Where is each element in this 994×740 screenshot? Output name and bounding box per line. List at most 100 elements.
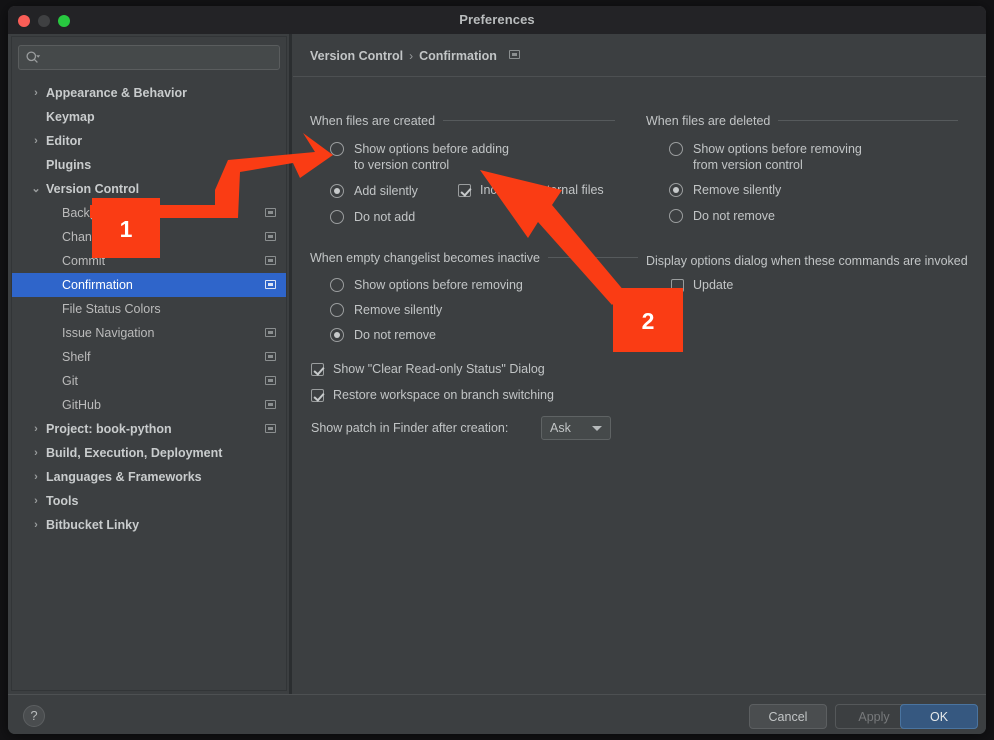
sidebar-item-label: File Status Colors: [62, 297, 161, 321]
chevron-right-icon[interactable]: ›: [30, 441, 42, 465]
sidebar-item-label: Shelf: [62, 345, 91, 369]
radio-label: Show options before removing: [354, 277, 523, 293]
radio-label: Remove silently: [693, 182, 781, 198]
settings-sidebar: ›Appearance & BehaviorKeymap›EditorPlugi…: [11, 36, 287, 691]
panel-divider[interactable]: [289, 34, 292, 694]
group-header-files-created-label: When files are created: [310, 114, 435, 128]
patch-finder-label: Show patch in Finder after creation:: [311, 421, 508, 435]
sidebar-item-tools[interactable]: ›Tools: [12, 489, 286, 513]
sidebar-item-issue-navigation[interactable]: Issue Navigation: [12, 321, 286, 345]
annotation-number-2: 2: [613, 288, 683, 352]
sidebar-item-git[interactable]: Git: [12, 369, 286, 393]
sidebar-item-label: Project: book-python: [46, 417, 172, 441]
checkbox-label: Show "Clear Read-only Status" Dialog: [333, 362, 545, 377]
sidebar-item-project-book-python[interactable]: ›Project: book-python: [12, 417, 286, 441]
sidebar-item-label: Editor: [46, 129, 82, 153]
project-scope-icon[interactable]: [265, 376, 276, 385]
radio-indicator[interactable]: [669, 209, 683, 223]
sidebar-item-bitbucket-linky[interactable]: ›Bitbucket Linky: [12, 513, 286, 537]
radio-indicator[interactable]: [669, 142, 683, 156]
cancel-button[interactable]: Cancel: [749, 704, 827, 729]
chevron-down-icon: [592, 426, 602, 431]
breadcrumb-root[interactable]: Version Control: [310, 49, 403, 63]
sidebar-item-confirmation[interactable]: Confirmation: [12, 273, 286, 297]
checkbox-indicator[interactable]: [311, 389, 324, 402]
radio-label: Do not remove: [693, 208, 775, 224]
radio-label: Do not add: [354, 209, 415, 225]
sidebar-item-label: Confirmation: [62, 273, 133, 297]
sidebar-item-label: Bitbucket Linky: [46, 513, 139, 537]
chevron-down-icon[interactable]: ⌄: [30, 177, 42, 201]
checkbox-indicator[interactable]: [311, 363, 324, 376]
checkbox-indicator[interactable]: [458, 184, 471, 197]
chevron-right-icon[interactable]: ›: [30, 465, 42, 489]
radio-indicator[interactable]: [330, 278, 344, 292]
group-rule: [443, 120, 615, 121]
radio-label-line2: from version control: [693, 157, 862, 173]
dialog-body: ›Appearance & BehaviorKeymap›EditorPlugi…: [8, 34, 986, 694]
sidebar-item-plugins[interactable]: Plugins: [12, 153, 286, 177]
group-header-display-options-dialog: Display options dialog when these comman…: [646, 254, 968, 268]
radio-indicator[interactable]: [330, 303, 344, 317]
project-scope-icon[interactable]: [509, 50, 520, 59]
title-bar: Preferences: [8, 6, 986, 35]
project-scope-icon[interactable]: [265, 208, 276, 217]
radio-label: Remove silently: [354, 302, 442, 318]
radio-indicator[interactable]: [330, 210, 344, 224]
group-header-files-created: When files are created: [310, 114, 615, 128]
chevron-right-icon[interactable]: ›: [30, 81, 42, 105]
breadcrumb-current: Confirmation: [419, 49, 497, 63]
window-title: Preferences: [8, 12, 986, 27]
chevron-right-icon[interactable]: ›: [30, 489, 42, 513]
chevron-right-icon[interactable]: ›: [30, 513, 42, 537]
sidebar-item-label: Build, Execution, Deployment: [46, 441, 222, 465]
sidebar-item-github[interactable]: GitHub: [12, 393, 286, 417]
screenshot-root: Preferences ›Appearance & BehaviorKeymap…: [0, 0, 994, 740]
group-header-empty-changelist: When empty changelist becomes inactive: [310, 251, 638, 265]
group-rule: [778, 120, 958, 121]
checkbox-label: Including external files: [480, 183, 604, 198]
project-scope-icon[interactable]: [265, 280, 276, 289]
radio-indicator[interactable]: [330, 142, 344, 156]
sidebar-item-label: Git: [62, 369, 78, 393]
sidebar-item-shelf[interactable]: Shelf: [12, 345, 286, 369]
project-scope-icon[interactable]: [265, 424, 276, 433]
sidebar-item-file-status-colors[interactable]: File Status Colors: [12, 297, 286, 321]
radio-indicator[interactable]: [330, 328, 344, 342]
patch-finder-value: Ask: [550, 420, 571, 436]
radio-label: Show options before removing from versio…: [693, 141, 862, 173]
checkbox-label: Update: [693, 278, 733, 293]
chevron-right-icon[interactable]: ›: [30, 417, 42, 441]
radio-label: Add silently: [354, 183, 418, 199]
sidebar-item-keymap[interactable]: Keymap: [12, 105, 286, 129]
radio-label-line2: to version control: [354, 157, 509, 173]
sidebar-item-label: Issue Navigation: [62, 321, 154, 345]
radio-label-line1: Show options before adding: [354, 142, 509, 156]
sidebar-item-editor[interactable]: ›Editor: [12, 129, 286, 153]
chevron-right-icon[interactable]: ›: [30, 129, 42, 153]
checkbox-label: Restore workspace on branch switching: [333, 388, 554, 403]
sidebar-item-appearance-behavior[interactable]: ›Appearance & Behavior: [12, 81, 286, 105]
radio-label: Do not remove: [354, 327, 436, 343]
project-scope-icon[interactable]: [265, 352, 276, 361]
breadcrumb: Version Control›Confirmation: [310, 49, 520, 63]
sidebar-item-build-execution-deployment[interactable]: ›Build, Execution, Deployment: [12, 441, 286, 465]
radio-label-line1: Show options before removing: [693, 142, 862, 156]
group-rule: [548, 257, 638, 258]
radio-label: Show options before adding to version co…: [354, 141, 509, 173]
project-scope-icon[interactable]: [265, 328, 276, 337]
ok-button[interactable]: OK: [900, 704, 978, 729]
search-input[interactable]: [18, 45, 280, 70]
project-scope-icon[interactable]: [265, 232, 276, 241]
radio-indicator[interactable]: [669, 183, 683, 197]
project-scope-icon[interactable]: [265, 256, 276, 265]
radio-indicator[interactable]: [330, 184, 344, 198]
sidebar-item-label: Keymap: [46, 105, 95, 129]
help-button[interactable]: ?: [23, 705, 45, 727]
sidebar-item-languages-frameworks[interactable]: ›Languages & Frameworks: [12, 465, 286, 489]
patch-finder-dropdown[interactable]: Ask: [541, 416, 611, 440]
sidebar-item-label: Languages & Frameworks: [46, 465, 202, 489]
annotation-number-1: 1: [92, 198, 160, 258]
preferences-window: Preferences ›Appearance & BehaviorKeymap…: [8, 6, 986, 734]
project-scope-icon[interactable]: [265, 400, 276, 409]
